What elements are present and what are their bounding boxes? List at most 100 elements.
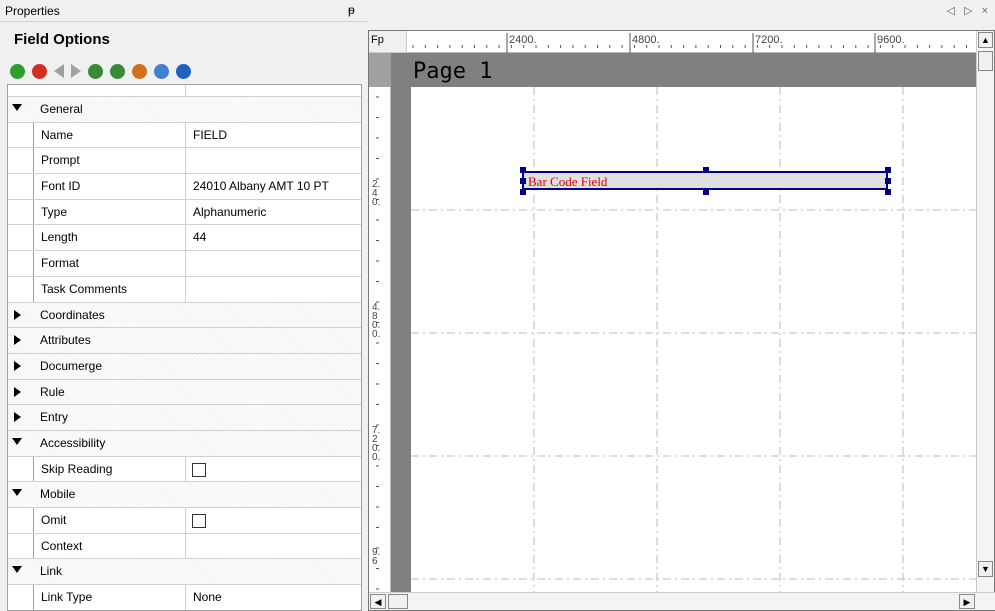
property-label: Font ID: [41, 179, 81, 194]
property-value[interactable]: None: [193, 590, 222, 604]
horizontal-ruler: 2400. 4800. 7200. 9600.: [407, 31, 977, 53]
category-row[interactable]: Accessibility: [8, 430, 361, 457]
pin-icon[interactable]: ᵽ: [348, 3, 355, 17]
property-row[interactable]: Type Alphanumeric: [8, 199, 361, 226]
ruler-label: 2400.: [509, 34, 537, 46]
property-label: Length: [41, 230, 78, 245]
property-label: Coordinates: [40, 307, 105, 322]
property-row[interactable]: Link Type None: [8, 585, 361, 610]
delete-icon[interactable]: [32, 63, 47, 79]
ruler-label: 9. 6: [372, 547, 380, 567]
field-options-title: Field Options: [14, 31, 110, 48]
page-grid: [411, 87, 977, 597]
field-options-header: Field Options: [0, 31, 368, 54]
horizontal-scroll-thumb[interactable]: [388, 594, 408, 609]
collapse-icon[interactable]: [12, 104, 22, 111]
export-icon[interactable]: [110, 63, 125, 79]
horizontal-ruler-ticks: 2400. 4800. 7200. 9600.: [412, 33, 967, 53]
category-row[interactable]: Link: [8, 559, 361, 586]
collapse-icon[interactable]: [12, 437, 22, 445]
category-row[interactable]: Rule: [8, 379, 361, 406]
property-grid: General Name FIELD Prompt Font ID 24010 Alban…: [7, 84, 362, 611]
expand-icon[interactable]: [14, 386, 21, 397]
property-label: Prompt: [41, 153, 80, 168]
property-label: General: [40, 102, 83, 116]
property-row[interactable]: Omit: [8, 508, 361, 534]
property-row[interactable]: Context: [8, 533, 361, 560]
help-icon[interactable]: [176, 63, 191, 79]
expand-icon[interactable]: [14, 360, 21, 371]
property-row[interactable]: Format: [8, 251, 361, 277]
property-label: Format: [41, 256, 80, 271]
category-row[interactable]: Documerge: [8, 353, 361, 380]
user-icon[interactable]: [132, 63, 147, 79]
property-value[interactable]: 24010 Albany AMT 10 PT: [193, 179, 329, 193]
property-label: Link Type: [41, 590, 93, 605]
page-header-bar: Page 1: [391, 53, 977, 87]
add-icon[interactable]: [10, 63, 25, 79]
category-row[interactable]: Attributes: [8, 328, 361, 354]
ruler-label: 2. 4 0.: [372, 179, 380, 208]
page-canvas[interactable]: Bar Code Field: [411, 87, 977, 597]
category-row[interactable]: Coordinates: [8, 302, 361, 329]
vertical-scroll-thumb[interactable]: [978, 51, 993, 71]
document-tab-strip: ◁ ▷ ×: [368, 0, 995, 22]
property-label: Accessibility: [40, 435, 106, 450]
ruler-label: 4. 8 0. 0.: [372, 302, 380, 340]
tab-nav-icons[interactable]: ◁ ▷ ×: [947, 4, 991, 17]
import-icon[interactable]: [88, 63, 103, 79]
ruler-label: 7200.: [755, 34, 783, 46]
ruler-label: 7. 2 0. 0.: [372, 425, 380, 463]
vertical-scrollbar[interactable]: ▲ ▼: [976, 31, 994, 597]
property-value[interactable]: FIELD: [193, 128, 227, 142]
vertical-ruler-ticks: 2. 4 0. 4. 8 0. 0. 7. 2 0. 0. 9. 6: [372, 96, 380, 590]
property-label: Attributes: [40, 333, 91, 348]
property-row[interactable]: Task Comments: [8, 276, 361, 303]
field-options-toolbar: [10, 60, 191, 82]
scroll-down-icon[interactable]: ▼: [978, 561, 993, 577]
property-row[interactable]: Length 44: [8, 225, 361, 252]
property-row[interactable]: Prompt: [8, 148, 361, 175]
property-label: Rule: [40, 384, 65, 399]
properties-title: Properties: [5, 4, 60, 18]
property-row[interactable]: Font ID 24010 Albany AMT 10 PT: [8, 174, 361, 200]
expand-icon[interactable]: [14, 335, 21, 346]
checkbox[interactable]: [192, 462, 206, 477]
prev-icon[interactable]: [54, 64, 64, 78]
properties-title-bar: Properties ᵽ: [0, 0, 368, 22]
collapse-icon[interactable]: [12, 489, 22, 497]
form-designer: Fp 2400. 4800. 7200. 9600. Page 1 2. 4 0. 4. 8 0…: [368, 30, 995, 611]
checkbox[interactable]: [192, 514, 206, 528]
property-label: Type: [41, 204, 68, 219]
property-label: Mobile: [40, 487, 76, 502]
ruler-label: 9600.: [877, 34, 905, 46]
category-row[interactable]: General: [8, 97, 361, 123]
ruler-label: 4800.: [632, 34, 660, 46]
horizontal-scrollbar[interactable]: ◀ ▶: [369, 592, 995, 610]
property-label: Name: [41, 127, 74, 142]
expand-icon[interactable]: [14, 412, 21, 423]
page-title: Page 1: [413, 59, 493, 84]
property-label: Link: [40, 564, 63, 579]
property-grid-header: [8, 85, 361, 97]
collapse-icon[interactable]: [12, 566, 22, 574]
ruler-corner: Fp: [369, 31, 407, 53]
scroll-up-icon[interactable]: ▲: [978, 32, 993, 48]
vertical-ruler: 2. 4 0. 4. 8 0. 0. 7. 2 0. 0. 9. 6: [369, 87, 391, 597]
scroll-right-icon[interactable]: ▶: [959, 594, 975, 609]
scroll-left-icon[interactable]: ◀: [370, 594, 386, 609]
next-icon[interactable]: [71, 64, 81, 78]
property-row[interactable]: Name FIELD: [8, 122, 361, 149]
property-label: Documerge: [40, 358, 103, 373]
info-icon[interactable]: [154, 63, 169, 79]
property-row[interactable]: Skip Reading: [8, 456, 361, 483]
property-value[interactable]: 44: [193, 230, 206, 244]
page-canvas-area: Bar Code Field: [391, 87, 977, 597]
property-label: Omit: [41, 513, 67, 527]
property-label: Entry: [40, 410, 69, 425]
property-label: Skip Reading: [41, 461, 113, 476]
category-row[interactable]: Entry: [8, 405, 361, 431]
property-value[interactable]: Alphanumeric: [193, 205, 266, 219]
category-row[interactable]: Mobile: [8, 482, 361, 508]
expand-icon[interactable]: [14, 309, 21, 320]
